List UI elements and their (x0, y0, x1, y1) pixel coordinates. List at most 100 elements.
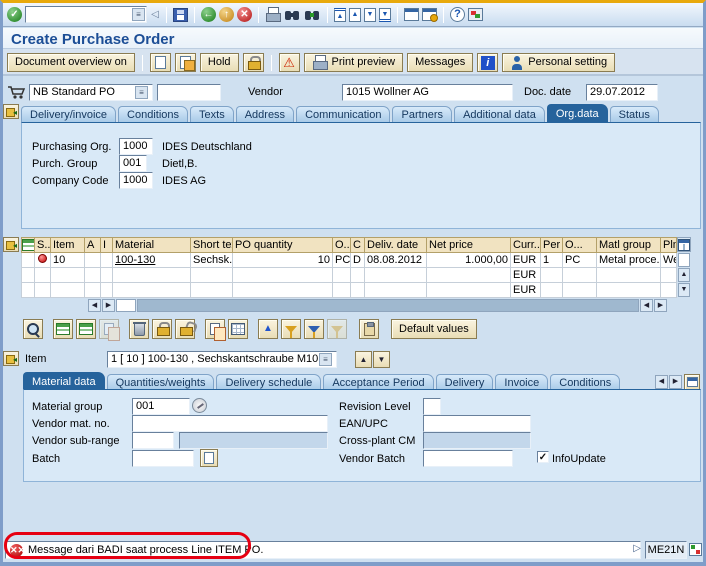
matchcode-icon[interactable] (192, 398, 207, 413)
vendor-subrange-field[interactable] (132, 432, 174, 449)
cell-per[interactable] (540, 282, 563, 298)
col-currency[interactable]: Curr... (510, 237, 541, 253)
row-status-cell[interactable] (34, 252, 51, 268)
col-item[interactable]: Item (50, 237, 85, 253)
item-selector-dropdown-icon[interactable] (319, 353, 332, 366)
cell-a[interactable] (84, 267, 101, 283)
cell-currency[interactable]: EUR (510, 282, 541, 298)
cell-currency[interactable]: EUR (510, 252, 541, 268)
print-preview-button[interactable]: Print preview (303, 53, 404, 72)
hscroll-right-button-2[interactable]: ▶ (654, 299, 667, 312)
sort-button[interactable] (258, 319, 278, 339)
vendor-batch-field[interactable] (423, 450, 513, 467)
cell-item[interactable]: 10 (50, 252, 85, 268)
info-update-checkbox[interactable] (537, 451, 549, 463)
tab-delivery-schedule[interactable]: Delivery schedule (216, 374, 322, 390)
tab-texts[interactable]: Texts (190, 106, 234, 122)
previous-page-icon[interactable]: ▲ (349, 7, 361, 22)
delete-item-button[interactable] (129, 319, 149, 339)
scroll-down-button[interactable]: ▼ (678, 283, 690, 297)
print-icon[interactable] (265, 7, 281, 22)
tab-communication[interactable]: Communication (296, 106, 391, 122)
cell-c[interactable] (350, 282, 365, 298)
batch-create-button[interactable] (200, 449, 218, 467)
create-shortcut-icon[interactable] (422, 8, 438, 22)
cell-matl-group[interactable] (596, 282, 661, 298)
company-code-field[interactable]: 1000 (119, 172, 153, 189)
previous-item-button[interactable]: ▲ (355, 351, 372, 368)
cell-order-unit[interactable]: PC (332, 252, 351, 268)
table-settings-button[interactable] (677, 237, 691, 252)
find-icon[interactable] (284, 8, 301, 22)
cell-i[interactable] (100, 282, 113, 298)
cell-a[interactable] (84, 252, 101, 268)
default-values-button[interactable]: Default values (391, 319, 477, 339)
revision-level-field[interactable] (423, 398, 441, 415)
status-message-field[interactable]: ✕ Message dari BADI saat process Line IT… (5, 541, 641, 559)
row-status-cell[interactable] (34, 282, 51, 298)
cell-c[interactable]: D (350, 252, 365, 268)
ean-upc-field[interactable] (423, 415, 531, 432)
cell-c[interactable] (350, 267, 365, 283)
cell-a[interactable] (84, 282, 101, 298)
cell-opu[interactable]: PC (562, 252, 597, 268)
tab-quantities-weights[interactable]: Quantities/weights (106, 374, 215, 390)
tab-status[interactable]: Status (609, 106, 659, 122)
cell-deliv-date[interactable] (364, 267, 427, 283)
hscroll-left-button-2[interactable]: ◀ (640, 299, 653, 312)
vendor-mat-field[interactable] (132, 415, 328, 432)
settings-grid-button[interactable] (228, 319, 248, 339)
tab-delivery[interactable]: Delivery (435, 374, 494, 390)
hold-button[interactable]: Hold (199, 53, 239, 72)
cell-material-link[interactable]: 100-130 (112, 252, 191, 268)
enter-icon[interactable]: ✓ (7, 7, 22, 22)
tab-org-data[interactable]: Org.data (546, 104, 608, 122)
command-field[interactable] (25, 6, 147, 23)
col-c[interactable]: C (350, 237, 365, 253)
other-document-button[interactable] (174, 53, 196, 72)
col-po-quantity[interactable]: PO quantity (232, 237, 333, 253)
next-page-icon[interactable]: ▼ (364, 7, 376, 22)
collapse-table-icon[interactable] (3, 237, 19, 252)
cell-short-text[interactable] (190, 282, 233, 298)
col-per[interactable]: Per (540, 237, 563, 253)
cell-i[interactable] (100, 252, 113, 268)
help-icon[interactable] (450, 7, 465, 22)
first-page-icon[interactable]: ▲ (334, 7, 346, 22)
purch-group-field[interactable]: 001 (119, 155, 147, 172)
session-status-icon[interactable] (689, 543, 702, 556)
col-deliv-date[interactable]: Deliv. date (364, 237, 427, 253)
collapse-item-icon[interactable] (3, 351, 19, 366)
messages-button[interactable]: Messages (407, 53, 474, 72)
doc-date-field[interactable]: 29.07.2012 (586, 84, 658, 101)
back-icon[interactable]: ← (201, 7, 216, 22)
create-document-button[interactable] (149, 53, 171, 72)
material-group-field[interactable]: 001 (132, 398, 190, 415)
tab-delivery-invoice[interactable]: Delivery/invoice (21, 106, 117, 122)
cell-order-unit[interactable] (332, 282, 351, 298)
cell-per[interactable]: 1 (540, 252, 563, 268)
row-status-cell[interactable] (34, 267, 51, 283)
cell-item[interactable] (50, 282, 85, 298)
hscroll-right-button[interactable]: ▶ (102, 299, 115, 312)
col-short-text[interactable]: Short text (190, 237, 233, 253)
cell-material[interactable] (112, 267, 191, 283)
cell-matl-group[interactable]: Metal proce... (596, 252, 661, 268)
cell-deliv-date[interactable]: 08.08.2012 (364, 252, 427, 268)
row-select-cell[interactable] (21, 267, 35, 283)
cell-order-unit[interactable] (332, 267, 351, 283)
purchasing-org-field[interactable]: 1000 (119, 138, 153, 155)
order-type-dropdown-icon[interactable] (135, 86, 148, 99)
tab-partners[interactable]: Partners (392, 106, 453, 122)
cell-po-quantity[interactable] (232, 267, 333, 283)
col-order-unit[interactable]: O... (332, 237, 351, 253)
tab-invoice[interactable]: Invoice (495, 374, 549, 390)
col-a[interactable]: A (84, 237, 101, 253)
tab-additional-data[interactable]: Additional data (454, 106, 545, 122)
filter-edit-button[interactable] (304, 319, 324, 339)
personal-setting-button[interactable]: Personal setting (502, 53, 616, 72)
continue-icon[interactable]: ▷ (633, 543, 641, 554)
hscroll-thumb[interactable] (116, 299, 136, 312)
new-session-icon[interactable] (404, 8, 419, 21)
cancel-icon[interactable]: ✕ (237, 7, 252, 22)
